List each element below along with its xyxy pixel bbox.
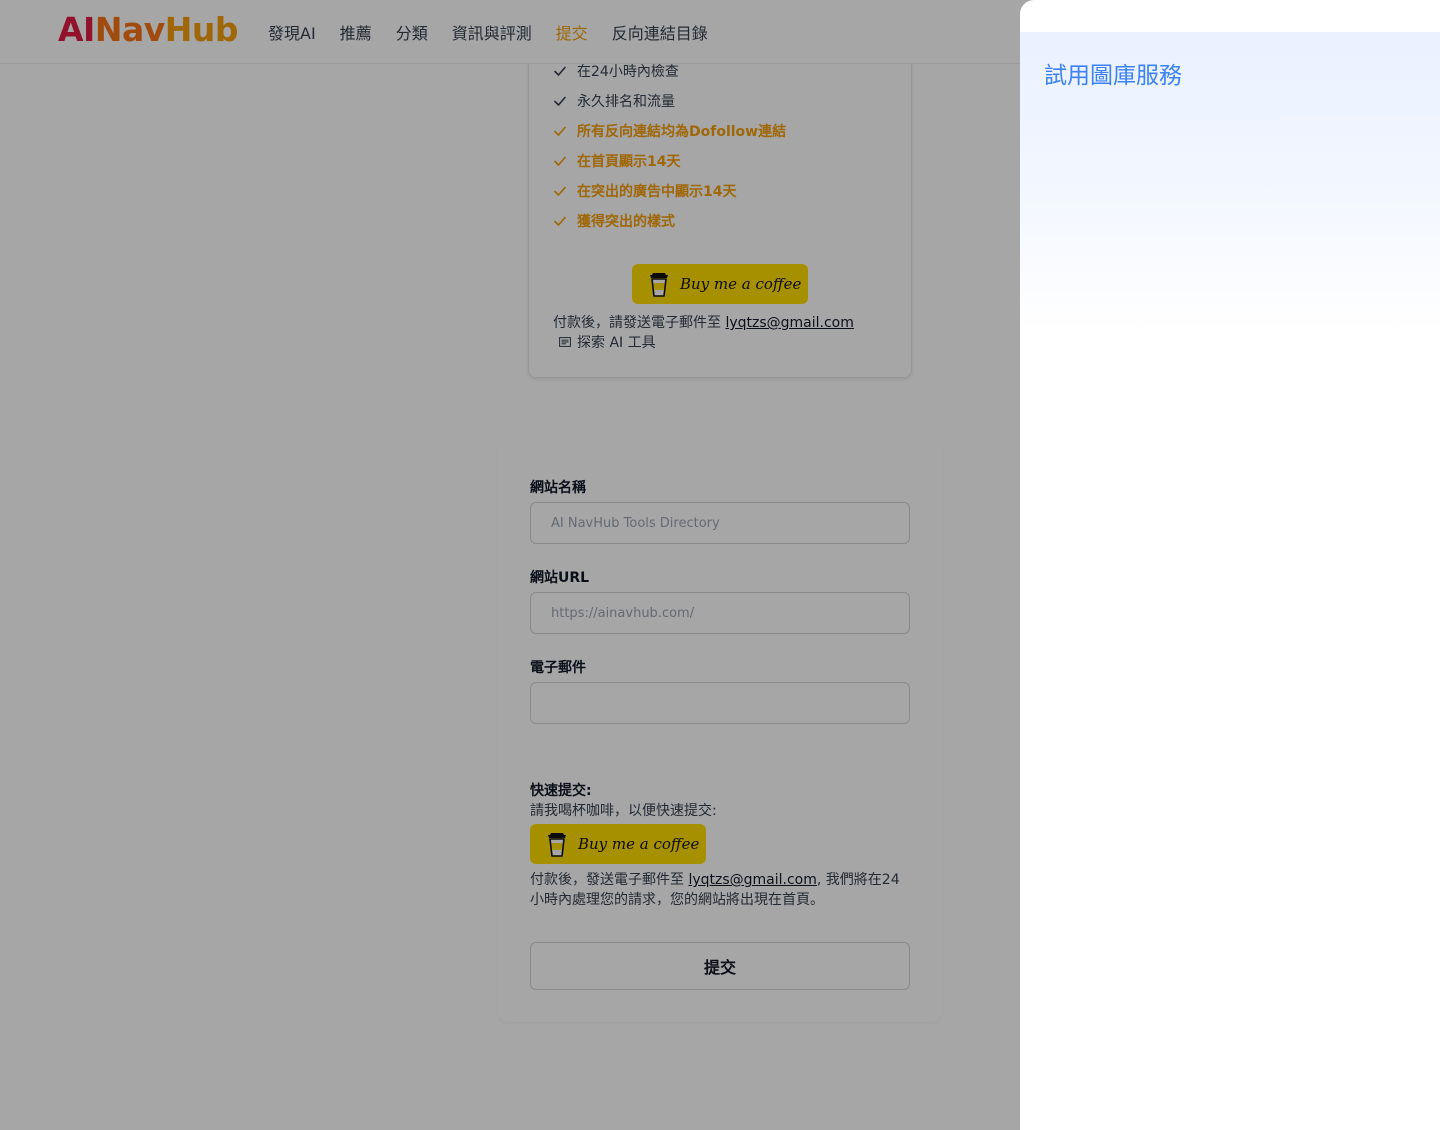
drawer-title: 試用圖庫服務 [1044, 63, 1182, 89]
side-drawer: 試用圖庫服務 [1020, 0, 1440, 1130]
